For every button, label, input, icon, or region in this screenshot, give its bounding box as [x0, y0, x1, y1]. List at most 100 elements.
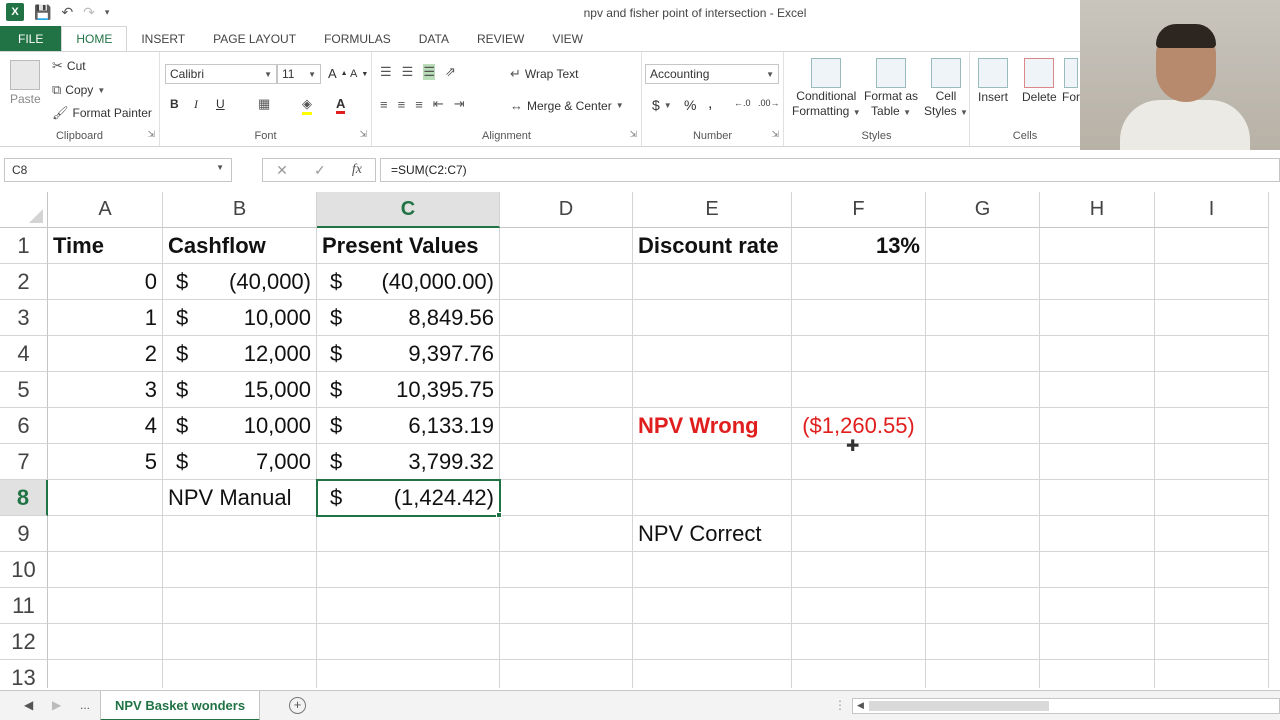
row-header-7[interactable]: 7	[0, 444, 48, 480]
cell-i1[interactable]	[1155, 228, 1269, 264]
cell-i10[interactable]	[1155, 552, 1269, 588]
cell-d8[interactable]	[500, 480, 633, 516]
cell-c9[interactable]	[317, 516, 500, 552]
fill-color-button[interactable]: ◈	[302, 96, 312, 115]
underline-button[interactable]: U	[216, 97, 225, 111]
tab-page-layout[interactable]: PAGE LAYOUT	[199, 26, 310, 51]
more-sheets-button[interactable]: ...	[80, 698, 90, 712]
cell-i2[interactable]	[1155, 264, 1269, 300]
increase-indent-icon[interactable]: ⇥	[454, 96, 465, 112]
cell-h4[interactable]	[1040, 336, 1155, 372]
merge-center-button[interactable]: ↔ Merge & Center ▼	[510, 98, 624, 113]
cell-g7[interactable]	[926, 444, 1040, 480]
cell-c12[interactable]	[317, 624, 500, 660]
cell-e2[interactable]	[633, 264, 792, 300]
next-sheet-icon[interactable]: ▶	[52, 698, 61, 712]
cell-a13[interactable]	[48, 660, 163, 688]
dialog-launcher-icon[interactable]: ⇲	[771, 129, 779, 140]
bold-button[interactable]: B	[170, 97, 179, 111]
cell-a12[interactable]	[48, 624, 163, 660]
column-header-b[interactable]: B	[163, 192, 317, 228]
column-header-h[interactable]: H	[1040, 192, 1155, 228]
column-header-a[interactable]: A	[48, 192, 163, 228]
cell-d5[interactable]	[500, 372, 633, 408]
tab-home[interactable]: HOME	[61, 26, 128, 51]
cell-c5[interactable]: $10,395.75	[317, 372, 500, 408]
cell-b4[interactable]: $12,000	[163, 336, 317, 372]
tab-splitter-icon[interactable]: ⋮	[834, 698, 846, 712]
cell-h3[interactable]	[1040, 300, 1155, 336]
cell-d2[interactable]	[500, 264, 633, 300]
cell-a3[interactable]: 1	[48, 300, 163, 336]
cell-d11[interactable]	[500, 588, 633, 624]
row-header-13[interactable]: 13	[0, 660, 48, 688]
cell-e11[interactable]	[633, 588, 792, 624]
cell-i7[interactable]	[1155, 444, 1269, 480]
cell-h8[interactable]	[1040, 480, 1155, 516]
cell-b6[interactable]: $10,000	[163, 408, 317, 444]
number-format-dropdown[interactable]: Accounting ▼	[645, 64, 779, 84]
cell-a9[interactable]	[48, 516, 163, 552]
cell-g5[interactable]	[926, 372, 1040, 408]
cell-a5[interactable]: 3	[48, 372, 163, 408]
cell-h12[interactable]	[1040, 624, 1155, 660]
row-header-1[interactable]: 1	[0, 228, 48, 264]
cell-f9[interactable]	[792, 516, 926, 552]
cell-f2[interactable]	[792, 264, 926, 300]
cell-c2[interactable]: $ (40,000.00)	[317, 264, 500, 300]
cell-e7[interactable]	[633, 444, 792, 480]
insert-button[interactable]: Insert	[978, 58, 1008, 104]
align-right-icon[interactable]: ≡	[415, 97, 423, 112]
cell-f12[interactable]	[792, 624, 926, 660]
insert-function-icon[interactable]: fx	[352, 162, 362, 178]
row-header-6[interactable]: 6	[0, 408, 48, 444]
cell-c4[interactable]: $9,397.76	[317, 336, 500, 372]
cell-c11[interactable]	[317, 588, 500, 624]
font-name-dropdown[interactable]: Calibri ▼	[165, 64, 277, 84]
cell-f10[interactable]	[792, 552, 926, 588]
cell-g12[interactable]	[926, 624, 1040, 660]
dialog-launcher-icon[interactable]: ⇲	[147, 129, 155, 140]
copy-button[interactable]: ⧉ Copy ▼	[52, 82, 105, 98]
add-sheet-icon[interactable]: +	[289, 697, 306, 714]
conditional-formatting-button[interactable]: Conditional Formatting ▼	[792, 58, 861, 118]
prev-sheet-icon[interactable]: ◀	[24, 698, 33, 712]
cell-h6[interactable]	[1040, 408, 1155, 444]
dialog-launcher-icon[interactable]: ⇲	[629, 129, 637, 140]
row-header-11[interactable]: 11	[0, 588, 48, 624]
cell-g13[interactable]	[926, 660, 1040, 688]
worksheet-grid[interactable]: A B C D E F G H I 1 Time Cashflow Present Values Disc…	[0, 192, 1280, 688]
cell-i3[interactable]	[1155, 300, 1269, 336]
column-header-d[interactable]: D	[500, 192, 633, 228]
row-header-4[interactable]: 4	[0, 336, 48, 372]
tab-view[interactable]: VIEW	[538, 26, 597, 51]
cell-h2[interactable]	[1040, 264, 1155, 300]
cell-i9[interactable]	[1155, 516, 1269, 552]
column-header-c[interactable]: C	[317, 192, 500, 228]
cell-d12[interactable]	[500, 624, 633, 660]
wrap-text-button[interactable]: ↵ Wrap Text	[510, 66, 578, 82]
cell-c3[interactable]: $8,849.56	[317, 300, 500, 336]
scrollbar-thumb[interactable]	[869, 701, 1049, 711]
cell-h5[interactable]	[1040, 372, 1155, 408]
increase-decimal-button[interactable]: ←.0	[734, 98, 751, 108]
cell-i13[interactable]	[1155, 660, 1269, 688]
cell-c7[interactable]: $3,799.32	[317, 444, 500, 480]
cell-b7[interactable]: $7,000	[163, 444, 317, 480]
cancel-icon[interactable]: ✕	[276, 162, 288, 179]
cell-h1[interactable]	[1040, 228, 1155, 264]
font-size-dropdown[interactable]: 11 ▼	[277, 64, 321, 84]
column-header-f[interactable]: F	[792, 192, 926, 228]
cell-e8[interactable]	[633, 480, 792, 516]
cell-b5[interactable]: $15,000	[163, 372, 317, 408]
grow-font-button[interactable]: A ▲	[328, 66, 348, 81]
decrease-indent-icon[interactable]: ⇤	[433, 96, 444, 112]
cell-g10[interactable]	[926, 552, 1040, 588]
tab-insert[interactable]: INSERT	[127, 26, 199, 51]
delete-button[interactable]: Delete	[1022, 58, 1057, 104]
cell-b8[interactable]: NPV Manual	[163, 480, 317, 516]
row-header-2[interactable]: 2	[0, 264, 48, 300]
column-header-i[interactable]: I	[1155, 192, 1269, 228]
cell-b1[interactable]: Cashflow	[163, 228, 317, 264]
italic-button[interactable]: I	[194, 97, 198, 112]
